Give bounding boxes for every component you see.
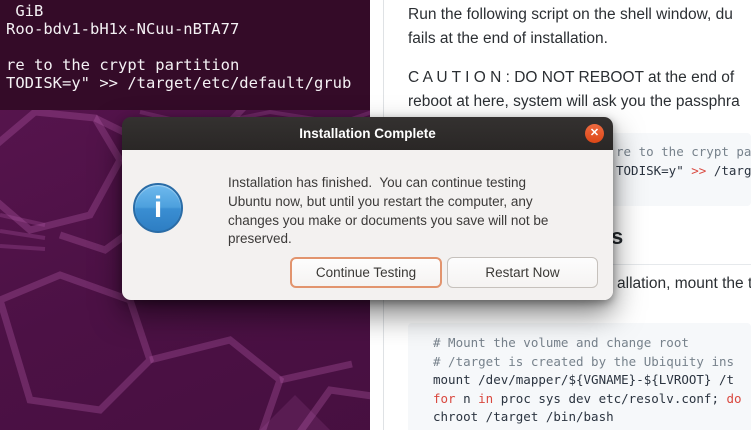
doc-paragraph-line: fails at the end of installation. [408,29,608,49]
terminal-window[interactable]: GiBRoo-bdv1-bH1x-NCuu-nBTA77 re to the c… [0,0,370,110]
code-segment: mount /dev/mapper/${VGNAME}-${LVROOT} /t [433,372,734,387]
dialog-message: Installation has finished. You can conti… [228,174,580,249]
doc-caution-line: reboot at here, system will ask you the … [408,92,740,112]
code-line: TODISK=y" >> /targ [616,162,751,181]
close-icon[interactable]: ✕ [585,124,604,143]
code-block-grub-lines: re to the crypt pa TODISK=y" >> /targ [616,143,751,180]
code-segment: in [478,391,493,406]
code-segment: /targ [706,163,751,178]
code-segment: # Mount the volume and change root [433,335,689,350]
doc-paragraph-line: Run the following script on the shell wi… [408,5,733,25]
continue-testing-button[interactable]: Continue Testing [290,257,442,288]
code-segment: # /target is created by the Ubiquity ins [433,354,734,369]
code-line: for n in proc sys dev etc/resolv.conf; d… [433,390,742,409]
terminal-line: TODISK=y" >> /target/etc/default/grub [6,74,370,92]
dialog-body: i Installation has finished. You can con… [122,150,613,300]
restart-now-button[interactable]: Restart Now [447,257,598,288]
terminal-line: Roo-bdv1-bH1x-NCuu-nBTA77 [6,20,370,38]
desktop: GiBRoo-bdv1-bH1x-NCuu-nBTA77 re to the c… [0,0,751,430]
dialog-titlebar[interactable]: Installation Complete ✕ [122,117,613,150]
code-segment: >> [691,163,706,178]
code-segment: TODISK=y" [616,163,691,178]
code-segment: re to the crypt pa [616,144,751,159]
code-segment: chroot /target /bin/bash [433,409,614,424]
code-line: mount /dev/mapper/${VGNAME}-${LVROOT} /t [433,371,742,390]
code-line: # /target is created by the Ubiquity ins [433,353,742,372]
code-block-chroot-lines: # Mount the volume and change root # /tar… [433,334,742,427]
dialog-title: Installation Complete [299,126,436,141]
code-line: # Mount the volume and change root [433,334,742,353]
terminal-line: GiB [6,2,370,20]
doc-paragraph-fragment: allation, mount the ta [617,274,751,294]
code-line: chroot /target /bin/bash [433,408,742,427]
code-segment: n [456,391,479,406]
code-segment: do [727,391,742,406]
code-segment: proc sys dev etc/resolv.conf; [493,391,726,406]
terminal-line: re to the crypt partition [6,56,370,74]
code-line: re to the crypt pa [616,143,751,162]
info-icon: i [133,183,183,233]
doc-caution-line: C A U T I O N : DO NOT REBOOT at the end… [408,68,734,88]
terminal-line [6,38,370,56]
code-segment: for [433,391,456,406]
installation-complete-dialog: Installation Complete ✕ i Installation h… [122,117,613,300]
